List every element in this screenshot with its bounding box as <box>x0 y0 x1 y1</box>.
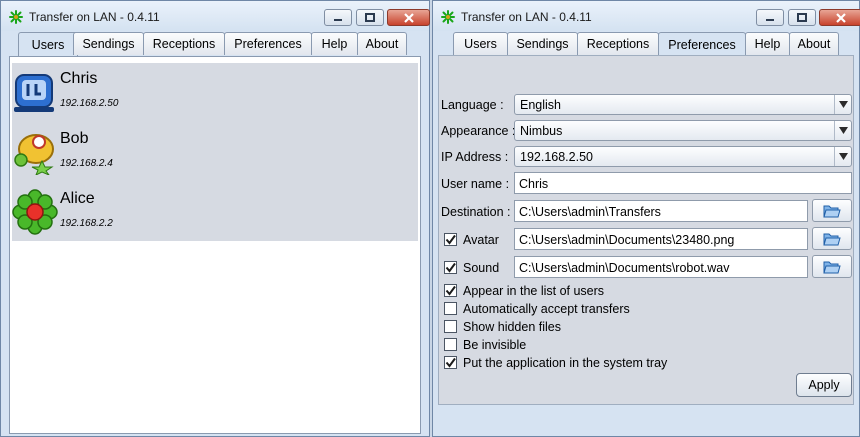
system-tray-label: Put the application in the system tray <box>463 356 668 370</box>
title-bar[interactable]: Transfer on LAN - 0.4.11 <box>433 1 860 31</box>
title-bar[interactable]: Transfer on LAN - 0.4.11 <box>1 1 430 31</box>
avatar-label: Avatar <box>463 233 499 247</box>
user-item[interactable]: Alice 192.168.2.2 <box>12 185 312 243</box>
show-hidden-checkbox[interactable] <box>444 320 457 333</box>
destination-browse-button[interactable] <box>812 199 852 222</box>
be-invisible-label: Be invisible <box>463 338 527 352</box>
ip-address-label: IP Address : <box>441 150 509 164</box>
appearance-label: Appearance : <box>441 124 516 138</box>
maximize-button[interactable] <box>356 9 384 26</box>
tab-users[interactable]: Users <box>18 32 78 57</box>
user-item[interactable]: Bob 192.168.2.4 <box>12 125 312 183</box>
maximize-icon <box>797 13 807 22</box>
tab-help[interactable]: Help <box>745 32 790 55</box>
destination-label: Destination : <box>441 205 511 219</box>
close-icon <box>835 12 846 23</box>
app-star-icon <box>441 10 455 24</box>
sound-label: Sound <box>463 261 500 275</box>
minimize-button[interactable] <box>756 9 784 26</box>
language-value: English <box>520 98 561 112</box>
maximize-button[interactable] <box>788 9 816 26</box>
sound-field[interactable]: C:\Users\admin\Documents\robot.wav <box>514 256 808 278</box>
appear-in-list-label: Appear in the list of users <box>463 284 605 298</box>
users-window: Transfer on LAN - 0.4.11 Users Sendings … <box>0 0 430 437</box>
avatar-field[interactable]: C:\Users\admin\Documents\23480.png <box>514 228 808 250</box>
user-name: Bob <box>60 130 89 147</box>
appear-in-list-checkbox[interactable] <box>444 284 457 297</box>
folder-open-icon <box>823 233 841 245</box>
show-hidden-label: Show hidden files <box>463 320 561 334</box>
language-label: Language : <box>441 98 504 112</box>
tab-preferences[interactable]: Preferences <box>224 32 312 55</box>
close-button[interactable] <box>387 9 430 26</box>
user-ip: 192.168.2.50 <box>60 98 119 109</box>
turtle-avatar-icon <box>14 134 54 175</box>
tab-preferences[interactable]: Preferences <box>658 32 746 57</box>
tab-sendings[interactable]: Sendings <box>507 32 578 55</box>
user-ip: 192.168.2.2 <box>60 218 113 229</box>
close-icon <box>403 12 414 23</box>
folder-open-icon <box>823 261 841 273</box>
be-invisible-checkbox[interactable] <box>444 338 457 351</box>
tab-sendings[interactable]: Sendings <box>73 32 144 55</box>
tab-users[interactable]: Users <box>453 32 508 55</box>
chevron-down-icon <box>834 121 851 140</box>
chevron-down-icon <box>834 95 851 114</box>
sound-checkbox[interactable] <box>444 261 457 274</box>
folder-open-icon <box>823 205 841 217</box>
system-tray-checkbox[interactable] <box>444 356 457 369</box>
checkmark-icon <box>445 262 456 273</box>
checkmark-icon <box>445 357 456 368</box>
avatar-browse-button[interactable] <box>812 227 852 250</box>
username-label: User name : <box>441 177 510 191</box>
tab-help[interactable]: Help <box>311 32 358 55</box>
appearance-value: Nimbus <box>520 124 563 138</box>
ip-address-select[interactable]: 192.168.2.50 <box>514 146 852 167</box>
minimize-icon <box>766 18 774 21</box>
tab-receptions[interactable]: Receptions <box>577 32 659 55</box>
user-item[interactable]: Chris 192.168.2.50 <box>12 65 312 123</box>
appearance-select[interactable]: Nimbus <box>514 120 852 141</box>
ip-address-value: 192.168.2.50 <box>520 150 593 164</box>
checkmark-icon <box>445 234 456 245</box>
destination-field[interactable]: C:\Users\admin\Transfers <box>514 200 808 222</box>
minimize-button[interactable] <box>324 9 352 26</box>
close-button[interactable] <box>819 9 860 26</box>
user-name: Alice <box>60 190 95 207</box>
chevron-down-icon <box>834 147 851 166</box>
user-name: Chris <box>60 70 98 87</box>
auto-accept-checkbox[interactable] <box>444 302 457 315</box>
tab-about[interactable]: About <box>357 32 407 55</box>
sound-browse-button[interactable] <box>812 255 852 278</box>
apply-button[interactable]: Apply <box>796 373 852 397</box>
app-star-icon <box>9 10 23 24</box>
robot-avatar-icon <box>14 74 54 112</box>
tab-receptions[interactable]: Receptions <box>143 32 225 55</box>
window-title: Transfer on LAN - 0.4.11 <box>29 10 160 24</box>
window-title: Transfer on LAN - 0.4.11 <box>461 10 592 24</box>
minimize-icon <box>334 18 342 21</box>
avatar-checkbox[interactable] <box>444 233 457 246</box>
user-ip: 192.168.2.4 <box>60 158 113 169</box>
username-field[interactable]: Chris <box>514 172 852 194</box>
tab-about[interactable]: About <box>789 32 839 55</box>
language-select[interactable]: English <box>514 94 852 115</box>
flower-avatar-icon <box>12 189 58 235</box>
maximize-icon <box>365 13 375 22</box>
users-list[interactable]: Chris 192.168.2.50 Bob 192.168.2.4 Alice… <box>9 56 421 434</box>
checkmark-icon <box>445 285 456 296</box>
auto-accept-label: Automatically accept transfers <box>463 302 630 316</box>
